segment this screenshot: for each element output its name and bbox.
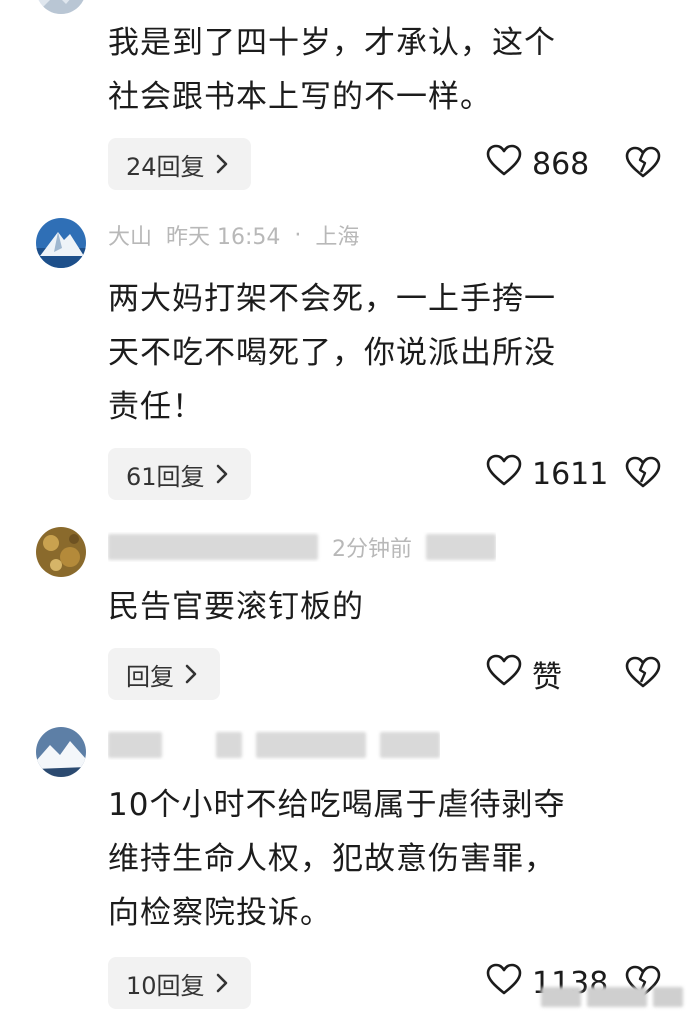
like-button[interactable]: 1611	[486, 448, 608, 500]
like-count: 1611	[532, 456, 609, 492]
reply-label: 24回复	[126, 152, 205, 181]
comment-meta: 2分钟前	[108, 532, 496, 562]
comment-meta	[108, 730, 440, 760]
like-button[interactable]: 868	[486, 138, 589, 190]
avatar[interactable]	[36, 527, 86, 577]
golden-avatar-image	[36, 527, 86, 577]
location-blurred	[380, 732, 440, 758]
watermark-block	[653, 987, 683, 1007]
meta-separator: ·	[294, 222, 302, 248]
reply-button[interactable]: 10回复	[108, 957, 251, 1009]
like-button[interactable]: 赞	[486, 648, 562, 700]
comment-location: 上海	[315, 225, 360, 250]
watermark-block	[541, 987, 581, 1007]
comment-time: 昨天 16:54	[166, 225, 281, 250]
meta-blurred	[256, 732, 366, 758]
comment-text: 10个小时不给吃喝属于虐待剥夺 维持生命人权，犯故意伤害罪， 向检察院投诉。	[108, 787, 566, 931]
reply-button[interactable]: 24回复	[108, 138, 251, 190]
dislike-button[interactable]	[623, 648, 663, 700]
dislike-button[interactable]	[623, 448, 663, 500]
broken-heart-icon	[625, 656, 661, 692]
comment-text: 民告官要滚钉板的	[108, 589, 364, 625]
heart-icon	[486, 963, 522, 1003]
watermark-blurred	[541, 983, 683, 1011]
location-blurred	[426, 534, 496, 560]
broken-heart-icon	[625, 456, 661, 492]
meta-blurred	[216, 732, 242, 758]
chevron-right-icon	[211, 463, 233, 485]
chevron-right-icon	[211, 153, 233, 175]
snow-mountain-avatar-image	[36, 727, 86, 777]
like-label: 赞	[532, 660, 562, 695]
reply-label: 回复	[126, 662, 174, 691]
heart-icon	[486, 144, 522, 184]
avatar[interactable]	[36, 727, 86, 777]
comment-time: 2分钟前	[332, 537, 412, 562]
author-name-blurred[interactable]	[108, 732, 162, 758]
dislike-button[interactable]	[623, 138, 663, 190]
reply-button[interactable]: 61回复	[108, 448, 251, 500]
mountain-avatar-image	[36, 218, 86, 268]
chevron-right-icon	[180, 663, 202, 685]
watermark-block	[587, 987, 647, 1007]
heart-icon	[486, 654, 522, 694]
comment-text: 我是到了四十岁，才承认，这个 社会跟书本上写的不一样。	[108, 25, 556, 115]
avatar-partial[interactable]	[36, 0, 86, 14]
heart-icon	[486, 454, 522, 494]
comment-meta: 大山 昨天 16:54 · 上海	[108, 220, 360, 251]
chevron-right-icon	[211, 972, 233, 994]
reply-label: 10回复	[126, 971, 205, 1000]
avatar[interactable]	[36, 218, 86, 268]
like-count: 868	[532, 146, 590, 182]
reply-button[interactable]: 回复	[108, 648, 220, 700]
comment-text: 两大妈打架不会死，一上手挎一 天不吃不喝死了，你说派出所没 责任！	[108, 281, 556, 425]
author-name[interactable]: 大山	[108, 220, 152, 250]
author-name-blurred[interactable]	[108, 534, 318, 560]
avatar-image	[36, 0, 86, 14]
reply-label: 61回复	[126, 462, 205, 491]
broken-heart-icon	[625, 146, 661, 182]
